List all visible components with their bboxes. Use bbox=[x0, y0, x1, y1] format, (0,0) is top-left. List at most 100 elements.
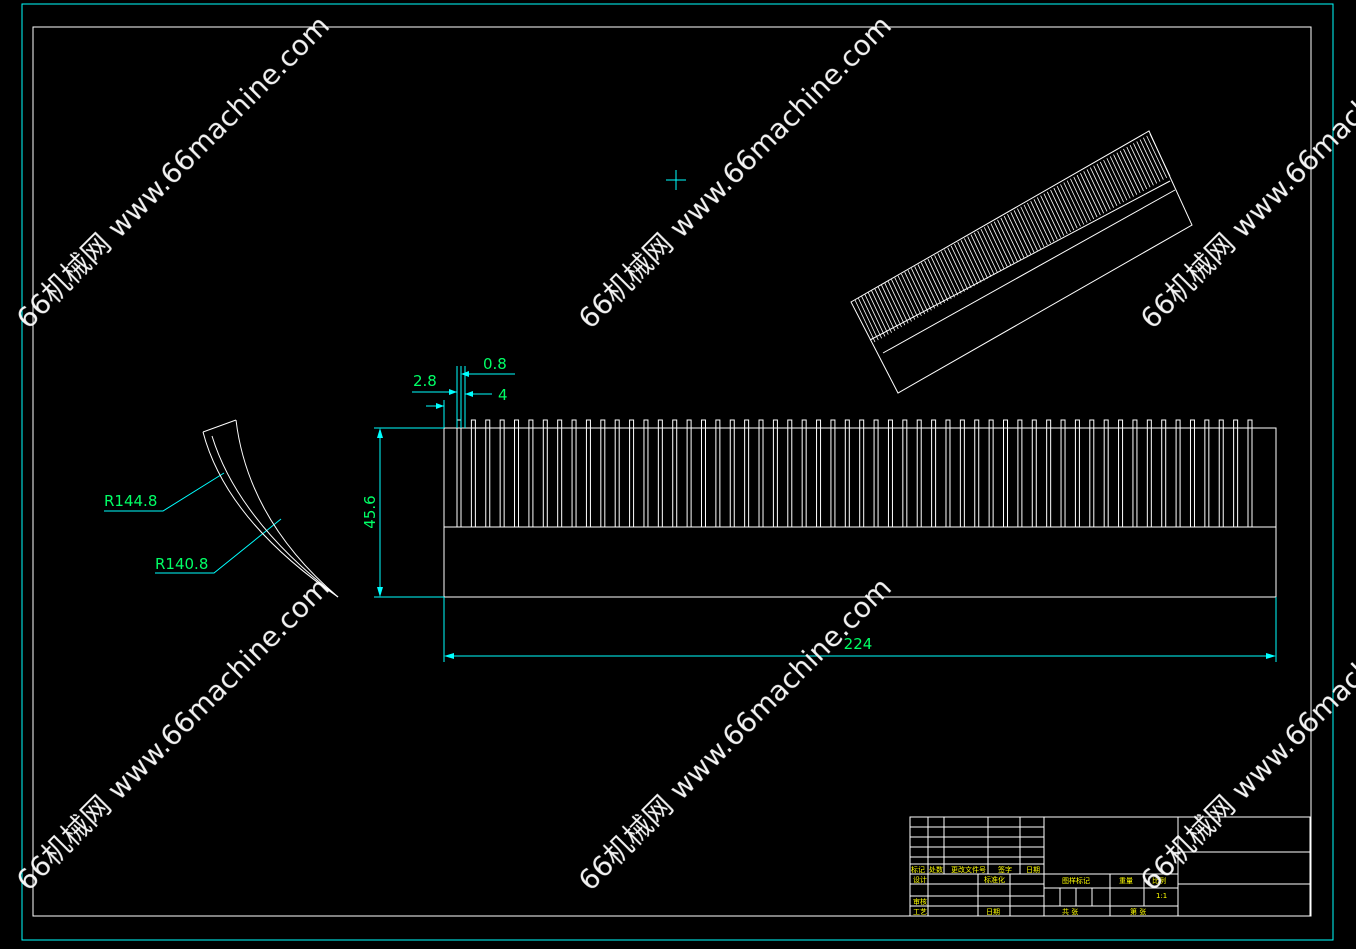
comb-tooth bbox=[600, 419, 606, 527]
comb-tooth bbox=[830, 419, 836, 527]
comb-tooth bbox=[629, 419, 635, 527]
isometric-tooth bbox=[1139, 139, 1161, 182]
cad-drawing-canvas: 2.8 0.8 4 45.6 224 R144.8 R140.8 标记 处数 更… bbox=[10, 3, 1356, 941]
comb-tooth bbox=[758, 419, 764, 527]
isometric-tooth bbox=[871, 290, 892, 333]
isometric-tooth bbox=[934, 255, 955, 298]
tb-design: 设计 bbox=[913, 875, 927, 884]
isometric-tooth bbox=[1073, 176, 1095, 220]
isometric-tooth bbox=[1070, 178, 1091, 221]
comb-tooth bbox=[1046, 419, 1052, 527]
isometric-tooth bbox=[977, 230, 999, 274]
isometric-tooth bbox=[927, 258, 949, 302]
dim-pitch: 4 bbox=[498, 386, 508, 404]
tb-sheets-total: 共 张 bbox=[1062, 907, 1078, 916]
comb-tooth bbox=[485, 419, 491, 527]
comb-tooth bbox=[931, 419, 937, 527]
comb-tooth bbox=[557, 419, 563, 527]
comb-tooth bbox=[945, 419, 951, 527]
isometric-tooth bbox=[1023, 204, 1045, 248]
isometric-tooth bbox=[1113, 154, 1134, 197]
isometric-tooth bbox=[1003, 215, 1025, 259]
comb-tooth bbox=[974, 419, 980, 527]
dim-outer-radius: R144.8 bbox=[104, 492, 157, 510]
isometric-tooth bbox=[1020, 206, 1042, 249]
comb-tooth bbox=[1247, 419, 1253, 527]
isometric-tooth bbox=[1133, 143, 1154, 186]
comb-tooth bbox=[1132, 419, 1138, 527]
isometric-teeth bbox=[854, 133, 1171, 343]
comb-tooth bbox=[1089, 419, 1095, 527]
isometric-tooth bbox=[1083, 171, 1105, 214]
isometric-tooth bbox=[1007, 214, 1028, 257]
isometric-tooth bbox=[894, 277, 916, 320]
comb-tooth bbox=[456, 419, 462, 527]
isometric-tooth bbox=[904, 271, 926, 315]
watermark-6: 66机械网 www.66machine.com bbox=[1134, 571, 1356, 897]
isometric-tooth bbox=[1099, 161, 1121, 205]
isometric-tooth bbox=[1109, 156, 1131, 199]
isometric-tooth bbox=[1103, 159, 1124, 203]
isometric-tooth bbox=[987, 225, 1008, 268]
isometric-tooth bbox=[1143, 137, 1164, 180]
comb-teeth bbox=[456, 419, 1253, 527]
comb-tooth bbox=[672, 419, 678, 527]
tb-count: 处数 bbox=[929, 865, 943, 874]
comb-tooth bbox=[1003, 419, 1009, 527]
isometric-tooth bbox=[1010, 212, 1032, 255]
crosshair-cursor-icon bbox=[666, 170, 686, 190]
isometric-tooth bbox=[861, 296, 882, 339]
tb-weight: 重量 bbox=[1119, 877, 1133, 885]
isometric-tooth bbox=[1043, 193, 1065, 236]
isometric-tooth bbox=[970, 234, 992, 277]
isometric-tooth bbox=[1129, 145, 1151, 188]
isometric-tooth bbox=[947, 247, 969, 290]
comb-tooth bbox=[916, 419, 922, 527]
isometric-tooth bbox=[1123, 148, 1144, 192]
isometric-tooth bbox=[990, 223, 1012, 266]
comb-tooth bbox=[744, 419, 750, 527]
comb-tooth bbox=[787, 419, 793, 527]
isometric-tooth bbox=[1136, 141, 1158, 184]
isometric-tooth bbox=[997, 219, 1018, 262]
comb-tooth bbox=[959, 419, 965, 527]
isometric-tooth bbox=[1089, 167, 1111, 210]
comb-tooth bbox=[528, 419, 534, 527]
dim-tooth-width: 0.8 bbox=[483, 355, 507, 373]
isometric-tooth bbox=[1096, 163, 1118, 207]
comb-tooth bbox=[816, 419, 822, 527]
comb-tooth bbox=[571, 419, 577, 527]
tb-signature: 签字 bbox=[998, 865, 1012, 874]
comb-tooth bbox=[657, 419, 663, 527]
isometric-tooth bbox=[1060, 184, 1081, 227]
watermark-5: 66机械网 www.66machine.com bbox=[572, 571, 898, 897]
comb-tooth bbox=[1146, 419, 1152, 527]
isometric-tooth bbox=[1026, 202, 1048, 246]
comb-tooth bbox=[729, 419, 735, 527]
comb-tooth bbox=[1060, 419, 1066, 527]
comb-tooth bbox=[1161, 419, 1167, 527]
tb-review: 审核 bbox=[913, 897, 927, 906]
isometric-tooth bbox=[1106, 158, 1128, 201]
isometric-tooth bbox=[1046, 191, 1068, 234]
comb-tooth bbox=[1204, 419, 1210, 527]
isometric-tooth bbox=[1000, 217, 1022, 261]
tb-change-doc: 更改文件号 bbox=[951, 865, 986, 874]
tb-date2: 日期 bbox=[986, 908, 1000, 916]
isometric-tooth bbox=[1063, 182, 1085, 225]
isometric-tooth bbox=[1076, 174, 1098, 218]
isometric-tooth bbox=[1149, 133, 1171, 177]
comb-tooth bbox=[988, 419, 994, 527]
comb-tooth bbox=[542, 419, 548, 527]
watermark-4: 66机械网 www.66machine.com bbox=[10, 571, 336, 897]
comb-tooth bbox=[1233, 419, 1239, 527]
comb-tooth bbox=[1074, 419, 1080, 527]
isometric-tooth bbox=[1040, 195, 1061, 238]
comb-tooth bbox=[700, 419, 706, 527]
comb-tooth bbox=[1017, 419, 1023, 527]
isometric-tooth bbox=[940, 251, 962, 294]
isometric-tooth bbox=[1017, 208, 1038, 251]
tb-mark: 标记 bbox=[911, 865, 925, 874]
comb-tooth bbox=[801, 419, 807, 527]
isometric-tooth bbox=[884, 283, 906, 326]
